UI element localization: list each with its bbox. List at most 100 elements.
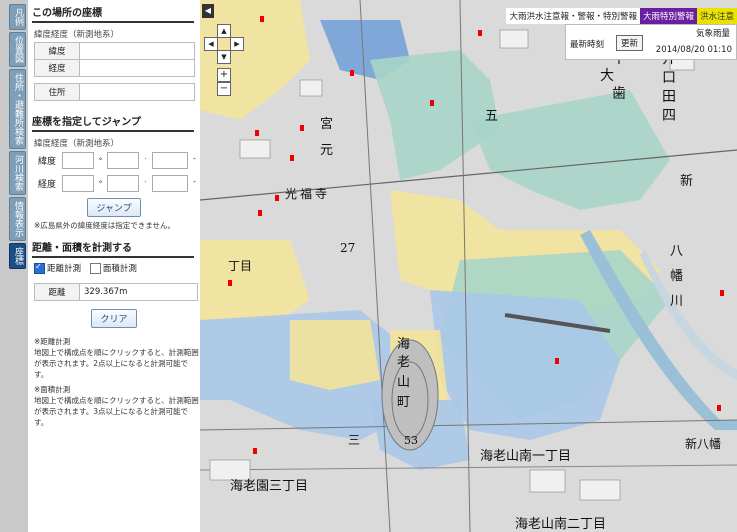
jump-lat-deg-input[interactable] [62,152,94,169]
map-label: 田 [662,89,676,105]
latest-time-label: 最新時刻 [570,40,605,50]
refresh-button[interactable]: 更新 [616,35,644,51]
clear-button[interactable]: クリア [91,308,137,328]
jump-subtitle: 緯度経度（新測地系） [34,139,120,149]
tab-coordinates[interactable]: 座標 [9,243,26,269]
jump-lat-min-input[interactable] [107,152,139,169]
tab-location-map[interactable]: 位置図 [9,32,26,67]
jump-lng-min-input[interactable] [107,175,139,192]
jump-lng-sec-input[interactable] [152,175,188,192]
pan-right-button[interactable]: ▶ [230,37,244,51]
area-checkbox-label: 面積計測 [102,264,137,274]
measure-result-table: 距離 329.367m [34,282,198,301]
rainfall-info-box: 気象雨量 最新時刻 更新 2014/08/20 01:10 [565,24,737,60]
tab-strip: 凡例 位置図 住所・避難所検索 河川検索 情報表示 座標 [0,0,28,532]
sec-unit: ″ [193,156,196,165]
map-label: 元 [320,143,333,158]
map-label: 川 [670,294,683,309]
map-label: 五 [485,109,498,124]
distance-checkbox[interactable]: 距離計測 [34,262,81,274]
map-label: 新八幡 [685,436,721,451]
map-label: 三 [348,433,360,447]
zoom-out-button[interactable]: − [217,82,231,96]
warning-legend-text: 大雨洪水注意報・警報・特別警報 [506,8,640,24]
map-label: 53 [404,434,418,447]
map-label: 海 [397,337,410,352]
map-label: 海老山南二丁目 [515,516,606,532]
zone-yellow [290,320,380,390]
address-table: 住所 [34,83,195,101]
area-note-title: ※面積計測 [34,384,71,394]
jump-section-title: 座標を指定してジャンプ [32,113,194,132]
deg-unit: ° [98,179,103,188]
map-label: 幡 [670,269,683,284]
lng-label: 経度 [34,59,80,77]
map-label: 宮 [320,116,333,132]
tab-legend[interactable]: 凡例 [9,4,26,30]
map-label: 老 [397,355,410,370]
coords-table: 緯度 経度 [34,42,195,77]
sec-unit: ″ [193,179,196,188]
jump-lng-deg-input[interactable] [62,175,94,192]
jump-lng-label: 経度 [37,180,56,190]
min-unit: ′ [144,179,147,188]
area-note-body: 地図上で構成点を順にクリックすると、計測範囲が表示されます。3点以上になると計測… [34,395,199,427]
map-nav-controls: ▲ ◀ ▶ ▼ + − [204,24,244,96]
tab-info-display[interactable]: 情報表示 [9,197,26,241]
min-unit: ′ [144,156,147,165]
map-label: 丁目 [228,259,252,273]
collapse-panel-button[interactable]: ◀ [202,4,214,18]
distance-note-title: ※距離計測 [34,336,71,346]
map-label: 八 [670,244,683,259]
pan-left-button[interactable]: ◀ [204,37,218,51]
area-checkbox-box[interactable] [89,262,101,274]
distance-result-value: 329.367m [79,282,198,301]
jump-lat-label: 緯度 [37,157,56,167]
flood-advisory-tag: 洪水注意 [696,8,737,24]
measure-section-title: 距離・面積を計測する [32,239,194,258]
deg-unit: ° [98,156,103,165]
lat-value [79,42,195,60]
jump-lat-row: 緯度 ° ′ ″ [34,152,200,169]
map-label: 大 [600,68,614,84]
jump-note: ※広島県外の緯度経度は指定できません。 [34,221,176,230]
tab-address-search[interactable]: 住所・避難所検索 [9,69,26,149]
heavy-rain-special-warning-tag: 大雨特別警報 [639,8,697,24]
map-label: 光 [285,187,297,201]
address-label: 住所 [34,83,80,101]
map-label: 口 [662,70,676,86]
tab-river-search[interactable]: 河川検索 [9,151,26,195]
warning-legend: 大雨洪水注意報・警報・特別警報 大雨特別警報 洪水注意 [506,8,737,24]
jump-button[interactable]: ジャンプ [87,198,141,217]
map-label: 27 [340,241,355,255]
map-label: 福 [300,186,312,201]
timestamp: 2014/08/20 01:10 [655,45,732,55]
area-checkbox[interactable]: 面積計測 [89,262,137,274]
map-label: 四 [662,108,676,124]
lat-label: 緯度 [34,42,80,60]
distance-checkbox-label: 距離計測 [47,264,82,274]
map-label: 歯 [612,86,626,102]
zoom-in-button[interactable]: + [217,68,231,82]
zone-yellow [200,240,310,320]
map-label: 山 [397,375,410,390]
distance-result-label: 距離 [34,282,80,301]
coords-subtitle: 緯度経度（新測地系） [34,30,120,40]
coords-section-title: この場所の座標 [32,4,194,23]
map-label: 新 [680,173,693,189]
map-label: 海老園三丁目 [230,479,308,494]
rainfall-label: 気象雨量 [695,29,730,39]
jump-lng-row: 経度 ° ′ ″ [34,175,200,192]
pan-up-button[interactable]: ▲ [217,24,231,38]
map-label: 海老山南一丁目 [480,448,571,464]
distance-checkbox-box[interactable] [34,262,45,274]
pan-down-button[interactable]: ▼ [217,50,231,64]
map-view[interactable]: 大 千 歯 井 口 田 四 五 宮 元 光 福 寺 27 丁目 海 老 山 町 … [200,0,737,532]
address-value [79,83,195,101]
distance-note-body: 地図上で構成点を順にクリックすると、計測範囲が表示されます。2点以上になると計測… [34,347,199,379]
coordinate-panel: この場所の座標 緯度経度（新測地系） 緯度 経度 住所 座標を指定してジャンプ … [28,0,201,532]
lng-value [79,59,195,77]
jump-lat-sec-input[interactable] [152,152,188,169]
map-canvas[interactable]: 大 千 歯 井 口 田 四 五 宮 元 光 福 寺 27 丁目 海 老 山 町 … [200,0,737,532]
map-label: 寺 [315,187,327,201]
